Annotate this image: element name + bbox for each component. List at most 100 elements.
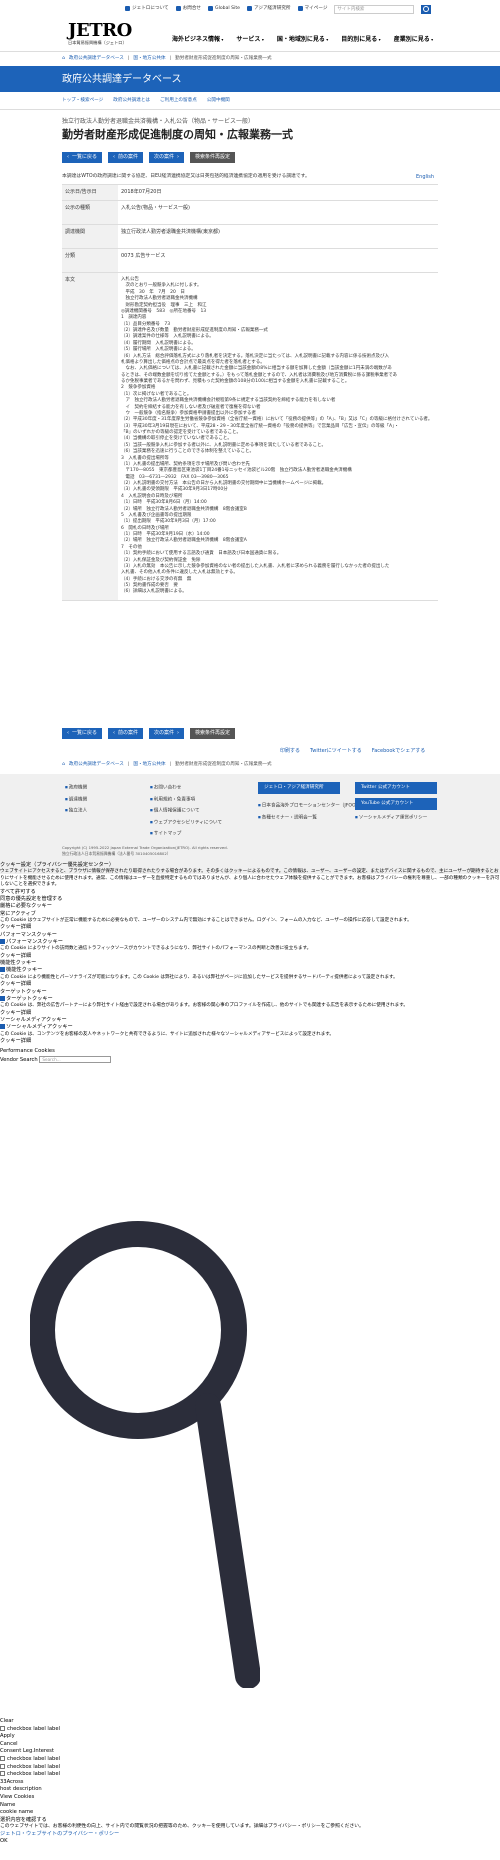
cookie-details-link[interactable]: クッキー詳細 xyxy=(0,924,500,931)
checkbox-icon xyxy=(0,1725,5,1731)
breadcrumb-item[interactable]: 政府公共調達データベース xyxy=(69,56,124,62)
subnav-top[interactable]: トップ・検索ページ xyxy=(62,98,103,104)
prev-item-button[interactable]: ‹ 前の案件 xyxy=(108,152,144,163)
checkbox-checked-icon xyxy=(0,995,5,1001)
reset-search-button[interactable]: 検索条件再設定 xyxy=(190,728,236,739)
filter-checkbox[interactable]: checkbox label label xyxy=(0,1771,500,1779)
notice-category: 独立行政法人勤労者退職金共済機構・入札公告（物品・サービス一般） xyxy=(62,118,255,125)
next-item-button[interactable]: 次の案件 › xyxy=(149,728,185,739)
page-banner: 政府公共調達データベース xyxy=(0,66,500,92)
gnav-region[interactable]: 国・地域別に見る xyxy=(277,36,328,44)
search-icon[interactable] xyxy=(30,1218,260,1688)
filter-checkbox[interactable]: checkbox label label xyxy=(0,1763,500,1772)
footer-link[interactable]: お問い合わせ xyxy=(150,782,222,794)
subnav-notes[interactable]: ご利用上の留意点 xyxy=(160,98,197,104)
table-row: 公示の種類 入札公告(物品・サービス一般) xyxy=(62,200,438,225)
gnav-overseas[interactable]: 海外ビジネス情報 xyxy=(172,36,223,44)
footer-link[interactable]: サイトマップ xyxy=(150,828,222,840)
filter-checkbox[interactable]: checkbox label label xyxy=(0,1755,500,1764)
apply-filter-button[interactable]: Apply xyxy=(0,1733,500,1741)
cookie-name: cookie name xyxy=(0,1809,34,1816)
subnav-about[interactable]: 政府公共調達とは xyxy=(113,98,150,104)
table-row: 公示日/告示日 2018年07月20日 xyxy=(62,184,438,201)
search-icon[interactable] xyxy=(421,4,432,14)
logo-text: JETRO xyxy=(68,20,132,41)
always-active-label: 常にアクティブ xyxy=(0,910,36,917)
jetro-icon xyxy=(125,6,130,12)
clear-filter-button[interactable]: Clear xyxy=(0,1718,500,1726)
body-line: （6）入札方法 総合評価落札方式により落札者を決定する。落札決定に当たっては、入… xyxy=(121,353,389,359)
func-cookies-toggle[interactable]: 機能性クッキー xyxy=(0,967,500,974)
table-row: 分類 0073 広告サービス xyxy=(62,248,438,273)
utility-link-about[interactable]: ジェトロについて xyxy=(125,6,169,12)
breadcrumb-item[interactable]: 国・地方公共体 xyxy=(133,56,165,62)
gnav-purpose[interactable]: 目的別に見る xyxy=(341,36,380,44)
gnav-service[interactable]: サービス xyxy=(236,36,263,44)
vendor-search-input[interactable]: Search... xyxy=(39,1055,112,1063)
twitter-account-button[interactable]: Twitter 公式アカウント xyxy=(355,782,437,794)
next-item-button[interactable]: 次の案件 › xyxy=(149,152,185,163)
name-label: Name xyxy=(0,1801,16,1808)
footer-link[interactable]: 独立法人 xyxy=(65,805,87,817)
breadcrumb-current: 勤労者財産形成促進制度の周知・広報業務一式 xyxy=(175,56,272,61)
cookie-details-link[interactable]: クッキー詳細 xyxy=(0,1038,500,1045)
home-icon[interactable]: ⌂ xyxy=(62,56,65,62)
back-to-list-button[interactable]: ‹ 一覧に戻る xyxy=(62,152,103,163)
cookie-details-link[interactable]: クッキー詳細 xyxy=(0,981,500,988)
footer-link[interactable]: ウェブアクセシビリティについて xyxy=(150,817,222,829)
youtube-account-button[interactable]: YouTube 公式アカウント xyxy=(355,798,437,810)
book-icon xyxy=(246,6,252,12)
facebook-share-link[interactable]: Facebookでシェアする xyxy=(372,748,426,755)
utility-link-global[interactable]: Global Site xyxy=(208,6,240,12)
footer: 政府機関 調達機関 独立法人 お問い合わせ 利用規約・免責事項 個人情報保護につ… xyxy=(0,774,500,874)
footer-link[interactable]: 各種セミナー・説明会一覧 xyxy=(258,812,367,824)
body-line: なお、入札価格については、入札書に記載された金額に当該金額の8%に相当する額を加… xyxy=(121,366,392,372)
ide-jetro-button[interactable]: ジェトロ・アジア経済研究所 xyxy=(258,782,340,794)
subnav-orgs[interactable]: 公開中機関 xyxy=(207,98,230,104)
utility-link-contact[interactable]: お問合せ xyxy=(175,6,201,12)
print-link[interactable]: 印刷する xyxy=(280,748,300,755)
footer-col-4: ソーシャルメディア運営ポリシー xyxy=(355,812,428,824)
footer-link[interactable]: 政府機関 xyxy=(65,782,87,794)
utility-link-ide[interactable]: アジア経済研究所 xyxy=(246,6,291,12)
checkbox-checked-icon xyxy=(0,939,5,945)
privacy-policy-link[interactable]: ジェトロ・ウェブサイトのプライバシー・ポリシー xyxy=(0,1831,119,1837)
english-link[interactable]: English xyxy=(416,174,434,181)
filter-checkbox[interactable]: checkbox label label xyxy=(0,1725,500,1734)
home-icon[interactable]: ⌂ xyxy=(62,762,65,768)
utility-link-mypage[interactable]: マイページ xyxy=(297,6,327,12)
allow-all-button[interactable]: すべて許可する xyxy=(0,889,500,896)
site-search-input[interactable]: サイト内検索 xyxy=(334,4,415,14)
prev-item-button[interactable]: ‹ 前の案件 xyxy=(108,728,144,739)
mail-icon xyxy=(175,6,181,12)
back-to-list-button[interactable]: ‹ 一覧に戻る xyxy=(62,728,103,739)
jetro-logo[interactable]: JETRO 日本貿易振興機構（ジェトロ） xyxy=(68,22,132,46)
cancel-filter-button[interactable]: Cancel xyxy=(0,1741,500,1749)
cookie-preference-center: クッキー設定（プライバシー優先設定センター） ウェブサイトにアクセスすると、ブラ… xyxy=(0,862,500,1064)
func-cookies-heading: 機能性クッキー xyxy=(0,960,37,967)
breadcrumb-item[interactable]: 政府公共調達データベース xyxy=(69,762,124,768)
table-row: 調達機関 独立行政法人勤労者退職金共済機構(東京都) xyxy=(62,224,438,249)
nav-buttons-bottom: ‹ 一覧に戻る ‹ 前の案件 次の案件 › 検索条件再設定 xyxy=(62,728,236,739)
checkbox-checked-icon xyxy=(0,967,5,973)
breadcrumb-item[interactable]: 国・地方公共体 xyxy=(133,762,165,768)
sub-nav: トップ・検索ページ 政府公共調達とは ご利用上の留意点 公開中機関 xyxy=(62,98,230,104)
cookie-details-link[interactable]: クッキー詳細 xyxy=(0,953,500,960)
footer-link[interactable]: 日本食品海外プロモーションセンター（JFOODO） xyxy=(258,800,368,812)
footer-link[interactable]: 調達機関 xyxy=(65,794,87,806)
ok-button[interactable]: OK xyxy=(0,1838,500,1846)
footer-link[interactable]: ソーシャルメディア運営ポリシー xyxy=(355,812,428,824)
page-title: 勤労者財産形成促進制度の周知・広報業務一式 xyxy=(62,128,293,141)
table-row: 本文 入札公告 次のとおり一般競争入札に付します。 平成 30 年 7月 20 … xyxy=(62,272,438,601)
footer-link[interactable]: 利用規約・免責事項 xyxy=(150,794,222,806)
view-cookies-link[interactable]: View Cookies xyxy=(0,1794,500,1802)
logo-subtext: 日本貿易振興機構（ジェトロ） xyxy=(68,40,127,45)
reset-search-button[interactable]: 検索条件再設定 xyxy=(190,152,236,163)
twitter-share-link[interactable]: Twitterにツイートする xyxy=(310,748,362,755)
social-cookies-toggle[interactable]: ソーシャルメディアクッキー xyxy=(0,1024,500,1031)
consent-leg-interest-label: Consent Leg.Interest xyxy=(0,1748,54,1755)
cookie-details-link[interactable]: クッキー詳細 xyxy=(0,1010,500,1017)
footer-link[interactable]: 個人情報保護について xyxy=(150,805,222,817)
strict-cookies-heading: 厳格に必要なクッキー xyxy=(0,903,52,910)
gnav-industry[interactable]: 産業別に見る xyxy=(394,36,433,44)
